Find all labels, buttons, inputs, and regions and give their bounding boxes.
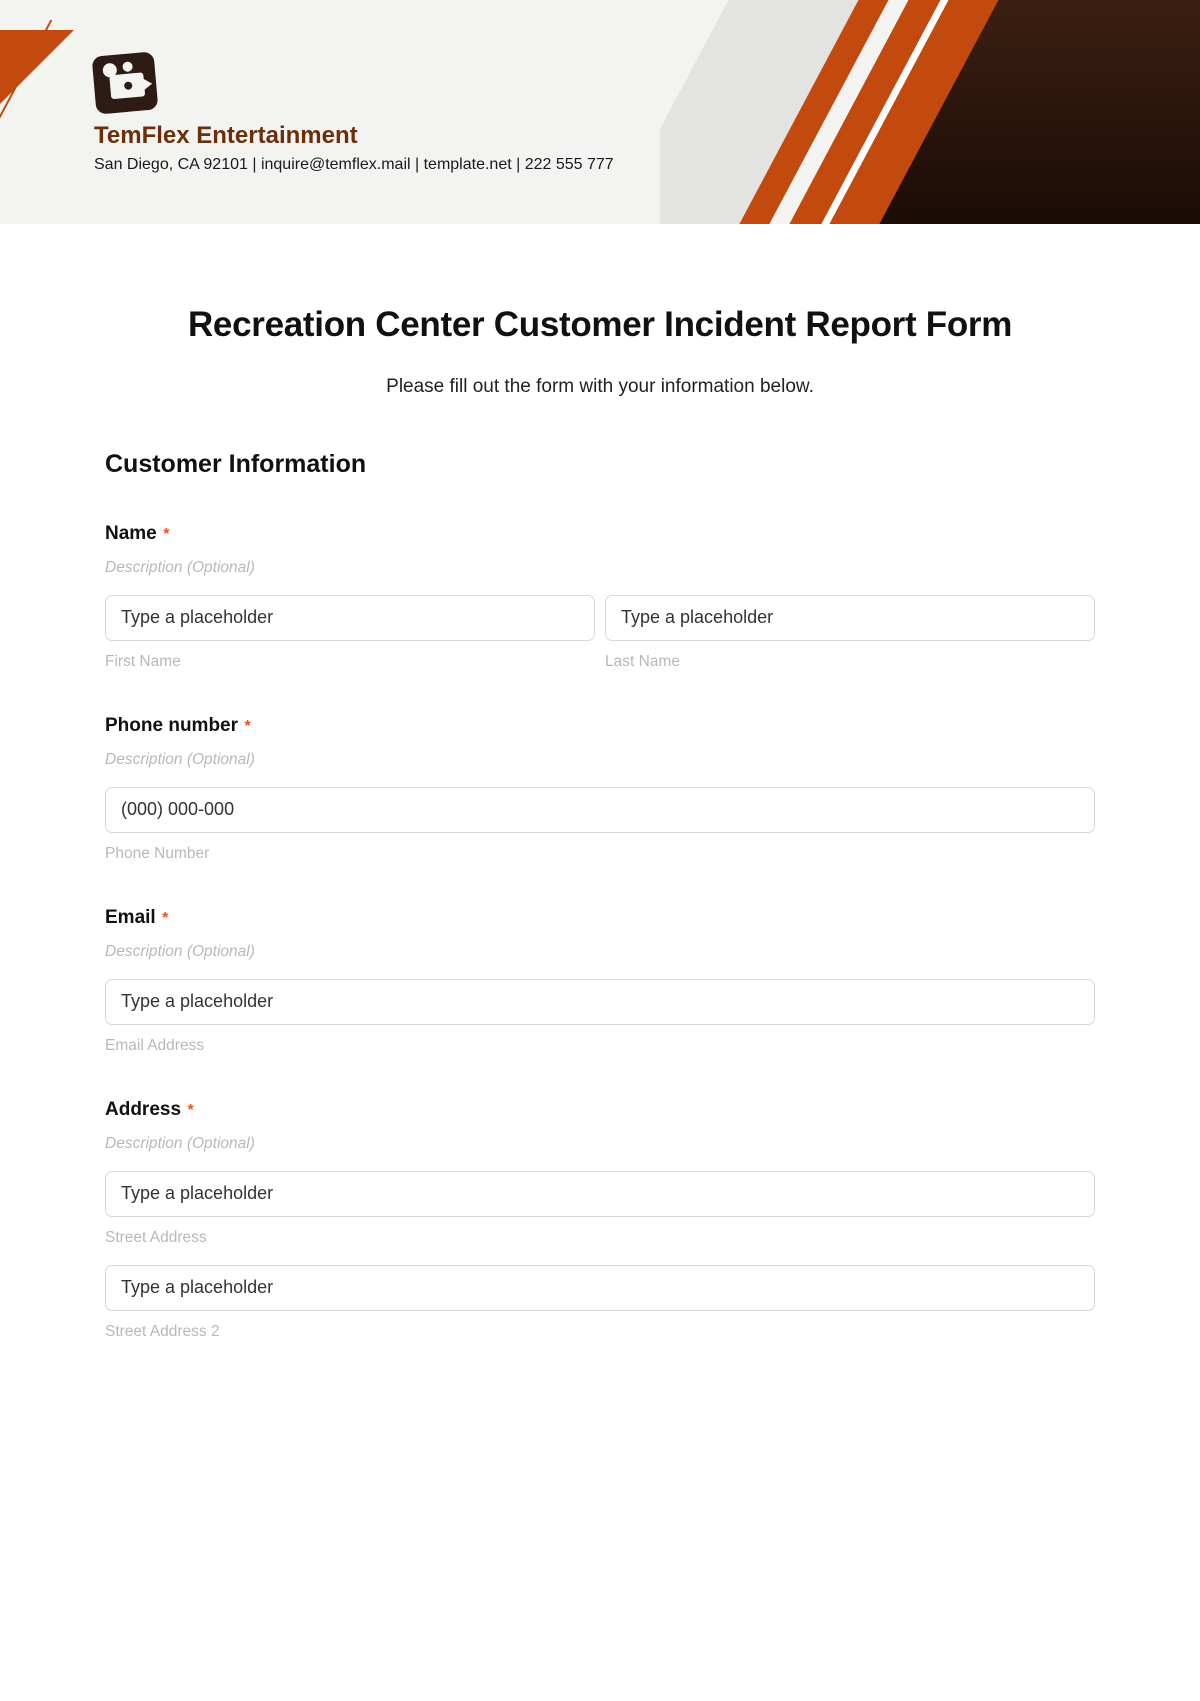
last-name-input[interactable] [605,595,1095,641]
field-name: Name * Description (Optional) First Name… [105,523,1095,671]
email-label: Email [105,907,156,928]
first-name-sublabel: First Name [105,653,595,671]
field-address: Address * Description (Optional) Street … [105,1099,1095,1359]
street-address-2-input[interactable] [105,1265,1095,1311]
header-banner: TemFlex Entertainment San Diego, CA 9210… [0,0,1200,224]
required-marker: * [244,718,250,735]
field-phone: Phone number * Description (Optional) Ph… [105,715,1095,863]
required-marker: * [163,526,169,543]
required-marker: * [187,1102,193,1119]
phone-input[interactable] [105,787,1095,833]
camera-icon [92,51,159,114]
address-label: Address [105,1099,181,1120]
street-address-2-sublabel: Street Address 2 [105,1323,1095,1341]
company-contact-line: San Diego, CA 92101 | inquire@temflex.ma… [94,156,614,174]
decor-right-shapes [660,0,1200,224]
section-title: Customer Information [105,450,1095,479]
email-input[interactable] [105,979,1095,1025]
page-subtitle: Please fill out the form with your infor… [105,376,1095,398]
email-sublabel: Email Address [105,1037,1095,1055]
phone-sublabel: Phone Number [105,845,1095,863]
name-description: Description (Optional) [105,559,1095,577]
company-name: TemFlex Entertainment [94,122,614,150]
phone-description: Description (Optional) [105,751,1095,769]
address-description: Description (Optional) [105,1135,1095,1153]
required-marker: * [162,910,168,927]
last-name-sublabel: Last Name [605,653,1095,671]
name-label: Name [105,523,157,544]
field-email: Email * Description (Optional) Email Add… [105,907,1095,1055]
page-title: Recreation Center Customer Incident Repo… [105,302,1095,348]
street-address-input[interactable] [105,1171,1095,1217]
street-address-sublabel: Street Address [105,1229,1095,1247]
phone-label: Phone number [105,715,238,736]
email-description: Description (Optional) [105,943,1095,961]
first-name-input[interactable] [105,595,595,641]
